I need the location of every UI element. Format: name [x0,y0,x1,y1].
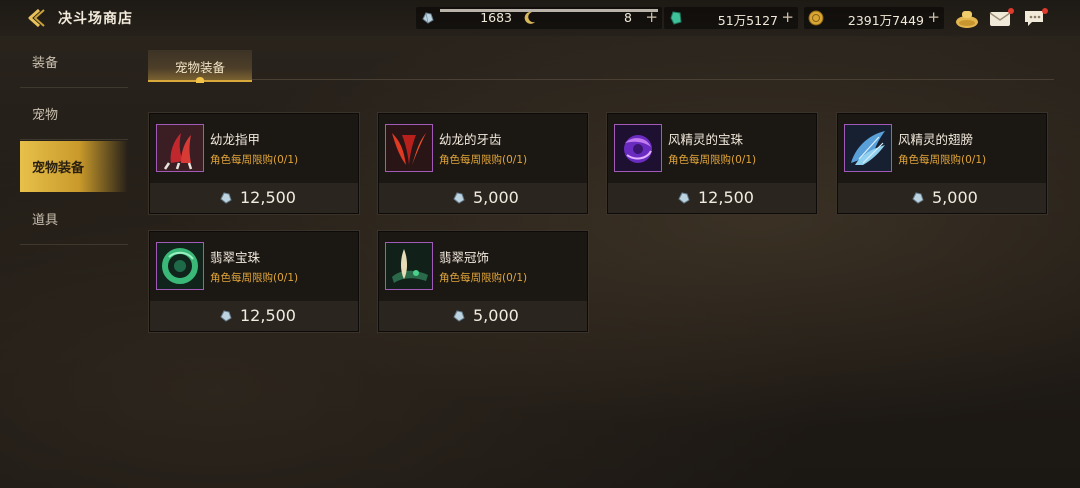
price-bar: 12,500 [608,183,816,213]
wind-orb-icon [614,124,662,172]
shop-item-card[interactable]: 幼龙指甲 角色每周限购(0/1) 12,500 [148,112,360,215]
sidebar: 装备 宠物 宠物装备 道具 [20,36,128,245]
shop-item-card[interactable]: 翡翠宝珠 角色每周限购(0/1) 12,500 [148,230,360,333]
item-name: 幼龙的牙齿 [439,132,502,147]
item-name: 风精灵的翅膀 [898,132,974,147]
tab-pet-equipment[interactable]: 宠物装备 [148,50,252,83]
item-name: 幼龙指甲 [210,132,261,147]
moon-coin-value: 8 [624,10,632,25]
mail-icon[interactable] [988,7,1014,29]
sidebar-item-label: 宠物 [32,108,59,123]
purchase-limit: 角色每周限购(0/1) [439,272,528,284]
tab-indicator [196,77,204,83]
item-price: 12,500 [240,188,296,207]
sidebar-item-label: 道具 [32,213,59,228]
page-title: 决斗场商店 [58,11,133,27]
price-bar: 12,500 [150,183,358,213]
emerald-crown-icon [385,242,433,290]
sidebar-item-equipment[interactable]: 装备 [20,36,128,88]
purchase-limit: 角色每周限购(0/1) [668,154,757,166]
add-gold-button[interactable]: + [927,8,940,26]
gem-counter: 51万5127 + [664,7,798,29]
purchase-limit: 角色每周限购(0/1) [210,154,299,166]
item-price: 5,000 [932,188,978,207]
sidebar-item-pets[interactable]: 宠物 [20,88,128,140]
tab-divider [252,79,1054,80]
item-name: 翡翠冠饰 [439,250,490,265]
gold-counter: 2391万7449 + [804,7,944,29]
price-bar: 5,000 [838,183,1046,213]
item-price: 12,500 [698,188,754,207]
purchase-limit: 角色每周限购(0/1) [439,154,528,166]
sidebar-item-pet-equipment[interactable]: 宠物装备 [20,141,128,192]
gold-value: 2391万7449 [847,13,924,28]
item-name: 翡翠宝珠 [210,250,261,265]
shop-item-card[interactable]: 翡翠冠饰 角色每周限购(0/1) 5,000 [377,230,589,333]
add-moon-coin-button[interactable]: + [645,8,658,26]
shop-item-card[interactable]: 风精灵的翅膀 角色每周限购(0/1) 5,000 [836,112,1048,215]
price-bar: 12,500 [150,301,358,331]
price-bar: 5,000 [379,183,587,213]
sidebar-item-label: 装备 [32,56,59,71]
arena-token-counter: 1683 8 + [416,7,662,29]
arena-token-value: 1683 [480,10,512,25]
gold-coin-icon [808,10,824,26]
shop-item-card[interactable]: 幼龙的牙齿 角色每周限购(0/1) 5,000 [377,112,589,215]
chat-notification-dot [1042,8,1048,14]
top-bar: 决斗场商店 1683 8 + 51万5127 + 2391万7449 + [0,0,1080,36]
crystal-token-icon [218,190,234,206]
purchase-limit: 角色每周限购(0/1) [898,154,987,166]
wind-wing-icon [844,124,892,172]
dragon-claw-icon [156,124,204,172]
chat-icon[interactable] [1022,7,1048,29]
price-bar: 5,000 [379,301,587,331]
item-price: 5,000 [473,188,519,207]
moon-coin-icon [522,10,538,26]
sidebar-item-label: 宠物装备 [32,161,85,176]
item-price: 12,500 [240,306,296,325]
purchase-limit: 角色每周限购(0/1) [210,272,299,284]
crystal-token-icon [218,308,234,324]
gem-value: 51万5127 [717,13,778,28]
mail-notification-dot [1008,8,1014,14]
crystal-token-icon [910,190,926,206]
dragon-fang-icon [385,124,433,172]
back-arrow-icon[interactable] [24,6,48,30]
crystal-token-icon [676,190,692,206]
item-name: 风精灵的宝珠 [668,132,744,147]
crystal-token-icon [451,308,467,324]
green-gem-icon [668,10,684,26]
shop-bag-icon[interactable] [954,7,980,29]
tab-label: 宠物装备 [174,60,225,75]
crystal-token-icon [451,190,467,206]
item-price: 5,000 [473,306,519,325]
shop-item-card[interactable]: 风精灵的宝珠 角色每周限购(0/1) 12,500 [606,112,818,215]
crystal-token-icon [420,10,436,26]
sidebar-item-items[interactable]: 道具 [20,193,128,245]
add-gem-button[interactable]: + [781,8,794,26]
emerald-orb-icon [156,242,204,290]
